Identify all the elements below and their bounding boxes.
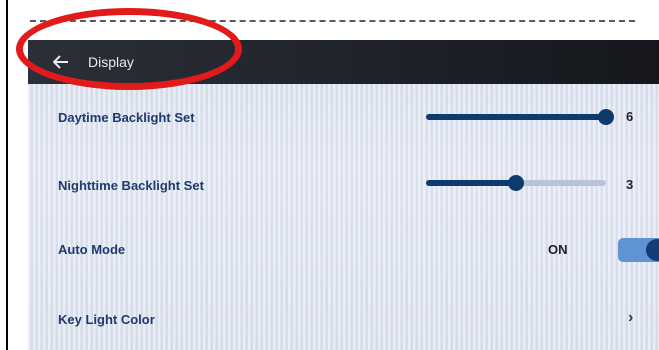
slider-fill xyxy=(426,114,606,120)
setting-label: Key Light Color xyxy=(58,312,155,327)
setting-label: Daytime Backlight Set xyxy=(58,110,195,125)
setting-label: Nighttime Backlight Set xyxy=(58,178,204,193)
nighttime-backlight-slider[interactable] xyxy=(426,175,606,191)
setting-label: Auto Mode xyxy=(58,242,126,257)
chevron-right-icon[interactable]: › xyxy=(628,309,633,327)
app-header: Display xyxy=(28,40,659,84)
nighttime-backlight-value: 3 xyxy=(626,177,634,192)
display-settings-screen: Display Daytime Backlight Set 6 Nighttim… xyxy=(28,40,659,350)
setting-row-key-light-color[interactable]: Key Light Color › xyxy=(28,296,659,350)
setting-row-auto-mode[interactable]: Auto Mode ON xyxy=(28,226,659,286)
slider-fill xyxy=(426,180,516,186)
dashed-divider xyxy=(30,20,635,22)
auto-mode-toggle[interactable] xyxy=(618,238,659,262)
back-button[interactable] xyxy=(44,46,78,78)
daytime-backlight-slider[interactable] xyxy=(426,109,614,125)
slider-knob[interactable] xyxy=(508,175,524,191)
left-border-line xyxy=(6,0,8,350)
auto-mode-state: ON xyxy=(548,242,568,257)
arrow-left-icon xyxy=(53,55,68,69)
setting-row-daytime-backlight: Daytime Backlight Set 6 xyxy=(28,88,659,148)
slider-knob[interactable] xyxy=(598,109,614,125)
daytime-backlight-value: 6 xyxy=(626,109,634,124)
toggle-knob xyxy=(646,239,659,261)
setting-row-nighttime-backlight: Nighttime Backlight Set 3 xyxy=(28,160,659,220)
page-title: Display xyxy=(88,54,134,70)
screenshot-frame: Display Daytime Backlight Set 6 Nighttim… xyxy=(0,0,659,350)
